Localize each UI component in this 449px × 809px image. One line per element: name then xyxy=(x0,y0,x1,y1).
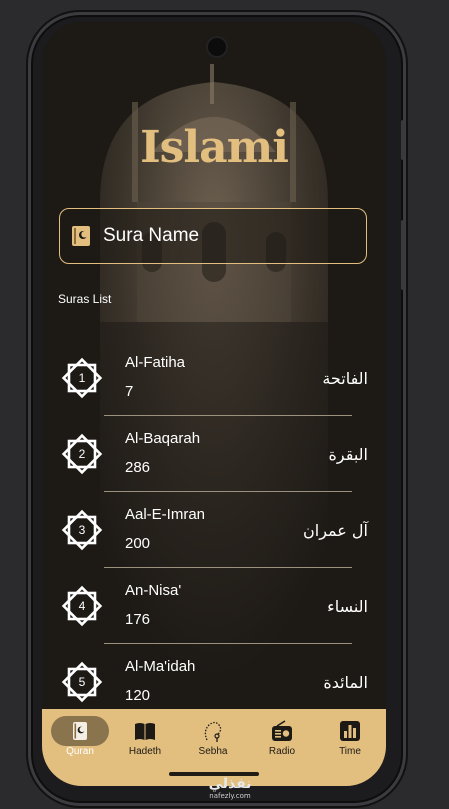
sura-search-field[interactable]: Sura Name xyxy=(59,208,367,264)
suras-list-heading: Suras List xyxy=(58,292,112,306)
quran-book-icon xyxy=(72,226,90,246)
watermark-logo: نفذلي nafezly.com xyxy=(200,776,260,800)
sura-name-arabic: النساء xyxy=(327,597,368,616)
app-logo: Islami xyxy=(140,122,289,173)
front-camera xyxy=(206,36,228,58)
sura-number: 5 xyxy=(78,675,86,689)
sura-name-english: An-Nisa' xyxy=(125,582,182,599)
nav-tab-time[interactable]: Time xyxy=(320,716,380,768)
chart-icon xyxy=(340,721,360,741)
sebha-icon xyxy=(204,721,222,742)
app-screen: Islami Sura Name Suras List 1 Al-Fatiha … xyxy=(42,22,386,786)
sura-name-english: Al-Ma'idah xyxy=(125,658,196,675)
nav-label: Quran xyxy=(66,746,94,757)
sura-name-arabic: البقرة xyxy=(328,445,368,464)
book-icon xyxy=(135,723,155,740)
sura-verse-count: 176 xyxy=(125,611,151,628)
nav-tab-sebha[interactable]: Sebha xyxy=(183,716,243,768)
sura-name-english: Aal-E-Imran xyxy=(125,506,206,523)
sura-name-arabic: آل عمران xyxy=(303,521,368,540)
sura-row[interactable]: 1 Al-Fatiha 7 الفاتحة xyxy=(42,340,386,416)
sura-row[interactable]: 2 Al-Baqarah 286 البقرة xyxy=(42,416,386,492)
nav-label: Radio xyxy=(268,746,296,757)
sura-verse-count: 200 xyxy=(125,535,151,552)
watermark-url: nafezly.com xyxy=(209,792,251,800)
sura-number: 3 xyxy=(78,523,86,537)
nav-label: Time xyxy=(339,746,361,757)
sura-verse-count: 286 xyxy=(125,459,151,476)
sura-name-arabic: المائدة xyxy=(323,673,368,692)
sura-name-english: Al-Fatiha xyxy=(125,354,186,371)
sura-number: 2 xyxy=(78,447,86,461)
sura-verse-count: 120 xyxy=(125,687,151,704)
phone-side-button xyxy=(401,120,405,160)
quran-icon xyxy=(73,722,87,740)
sura-number: 1 xyxy=(78,371,86,385)
nav-tab-quran[interactable]: Quran xyxy=(50,716,110,768)
nav-label: Hadeth xyxy=(128,746,162,757)
sura-name-english: Al-Baqarah xyxy=(125,430,201,447)
sura-number: 4 xyxy=(78,599,86,613)
sura-name-arabic: الفاتحة xyxy=(322,369,368,388)
sura-row[interactable]: 4 An-Nisa' 176 النساء xyxy=(42,568,386,644)
nav-tab-hadeth[interactable]: Hadeth xyxy=(115,716,175,768)
nav-label: Sebha xyxy=(198,746,228,757)
watermark-arabic: نفذلي xyxy=(208,776,252,792)
search-label: Sura Name xyxy=(103,225,200,246)
phone-side-button xyxy=(401,220,405,290)
sura-verse-count: 7 xyxy=(125,383,134,400)
sura-row[interactable]: 3 Aal-E-Imran 200 آل عمران xyxy=(42,492,386,568)
suras-list: 1 Al-Fatiha 7 الفاتحة 2 Al-Baqarah 286 ا… xyxy=(42,340,386,720)
nav-tab-radio[interactable]: Radio xyxy=(252,716,312,768)
radio-icon xyxy=(272,720,292,741)
